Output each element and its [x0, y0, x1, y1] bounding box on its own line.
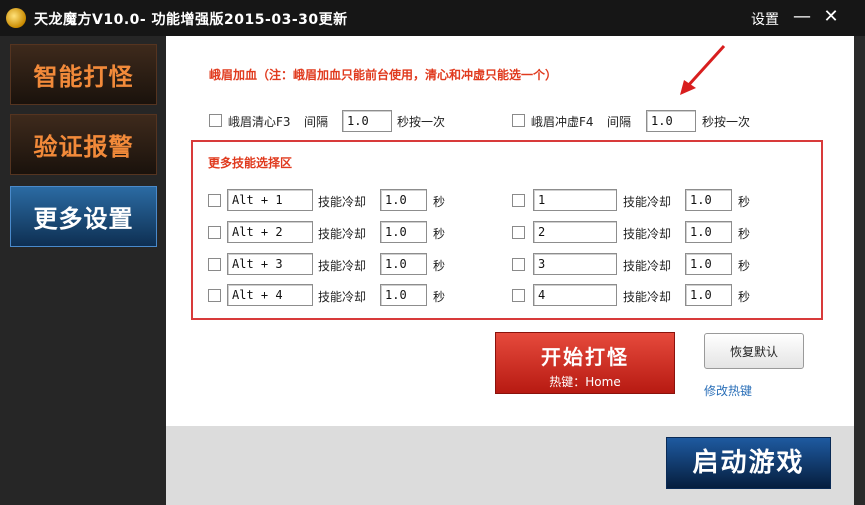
heal-chongxu-suffix: 秒按一次 [702, 115, 751, 129]
skill-right-2-key-input[interactable]: 2 [533, 221, 617, 243]
start-fight-label: 开始打怪 [541, 345, 629, 369]
sidebar-item-smart-fight[interactable]: 智能打怪 [10, 44, 157, 105]
skill-left-1-key-input[interactable]: Alt + 1 [227, 189, 313, 211]
skill-left-4-key-input[interactable]: Alt + 4 [227, 284, 313, 306]
skill-left-1-cooldown-input[interactable]: 1.0 [380, 189, 427, 211]
skill-left-4-unit: 秒 [433, 290, 446, 304]
skill-left-2-key-input[interactable]: Alt + 2 [227, 221, 313, 243]
heal-chongxu-label: 峨眉冲虚F4 [531, 115, 594, 129]
skill-left-4-cooldown-label: 技能冷却 [318, 290, 367, 304]
skill-right-4-checkbox[interactable] [512, 289, 525, 302]
heal-qingxin-suffix: 秒按一次 [397, 115, 446, 129]
window-title: 天龙魔方V10.0- 功能增强版2015-03-30更新 [34, 12, 348, 28]
skill-left-1-checkbox[interactable] [208, 194, 221, 207]
skill-left-4-cooldown-input[interactable]: 1.0 [380, 284, 427, 306]
skill-right-1-unit: 秒 [738, 195, 751, 209]
skill-right-3-cooldown-input[interactable]: 1.0 [685, 253, 732, 275]
skill-right-2-cooldown-label: 技能冷却 [623, 227, 672, 241]
skill-left-4-checkbox[interactable] [208, 289, 221, 302]
sidebar: 智能打怪 验证报警 更多设置 [0, 36, 166, 505]
launch-game-button[interactable]: 启动游戏 [666, 437, 831, 489]
sidebar-item-verify-alarm[interactable]: 验证报警 [10, 114, 157, 175]
modify-hotkey-link[interactable]: 修改热键 [704, 382, 752, 399]
skill-right-4-unit: 秒 [738, 290, 751, 304]
heal-qingxin-interval-input[interactable]: 1.0 [342, 110, 392, 132]
skill-left-3-checkbox[interactable] [208, 258, 221, 271]
minimize-icon[interactable]: — [791, 5, 813, 29]
skill-right-1-key-input[interactable]: 1 [533, 189, 617, 211]
skill-right-3-key-input[interactable]: 3 [533, 253, 617, 275]
skill-left-1-unit: 秒 [433, 195, 446, 209]
skill-right-2-cooldown-input[interactable]: 1.0 [685, 221, 732, 243]
skill-right-3-checkbox[interactable] [512, 258, 525, 271]
skill-right-1-checkbox[interactable] [512, 194, 525, 207]
skill-right-4-cooldown-input[interactable]: 1.0 [685, 284, 732, 306]
skill-left-3-cooldown-input[interactable]: 1.0 [380, 253, 427, 275]
title-bar: 天龙魔方V10.0- 功能增强版2015-03-30更新 设置 — ✕ [0, 0, 865, 36]
settings-button[interactable]: 设置 [751, 9, 779, 29]
skills-section-title: 更多技能选择区 [208, 156, 293, 170]
skill-right-2-checkbox[interactable] [512, 226, 525, 239]
heal-qingxin-label: 峨眉清心F3 [228, 115, 291, 129]
skill-right-1-cooldown-input[interactable]: 1.0 [685, 189, 732, 211]
skill-right-4-key-input[interactable]: 4 [533, 284, 617, 306]
skill-left-1-cooldown-label: 技能冷却 [318, 195, 367, 209]
start-fight-button[interactable]: 开始打怪 热键：Home [495, 332, 675, 394]
heal-chongxu-checkbox[interactable] [512, 114, 525, 127]
reset-default-button[interactable]: 恢复默认 [704, 333, 804, 369]
sidebar-item-more-settings[interactable]: 更多设置 [10, 186, 157, 247]
window-right-border [854, 36, 865, 505]
skill-right-3-unit: 秒 [738, 259, 751, 273]
skill-right-2-unit: 秒 [738, 227, 751, 241]
arrow-icon [680, 44, 726, 95]
skill-right-4-cooldown-label: 技能冷却 [623, 290, 672, 304]
heal-qingxin-interval-label: 间隔 [304, 115, 329, 129]
skill-left-3-key-input[interactable]: Alt + 3 [227, 253, 313, 275]
skill-left-2-cooldown-input[interactable]: 1.0 [380, 221, 427, 243]
start-fight-hotkey: 热键：Home [549, 375, 621, 389]
skill-left-2-checkbox[interactable] [208, 226, 221, 239]
heal-chongxu-interval-input[interactable]: 1.0 [646, 110, 696, 132]
skill-right-3-cooldown-label: 技能冷却 [623, 259, 672, 273]
skill-left-3-cooldown-label: 技能冷却 [318, 259, 367, 273]
heal-qingxin-checkbox[interactable] [209, 114, 222, 127]
skill-right-1-cooldown-label: 技能冷却 [623, 195, 672, 209]
app-logo-icon [6, 8, 26, 28]
skill-left-3-unit: 秒 [433, 259, 446, 273]
heal-chongxu-interval-label: 间隔 [607, 115, 632, 129]
main-panel: 峨眉加血（注：峨眉加血只能前台使用，清心和冲虚只能选一个） 峨眉清心F3 间隔 … [166, 36, 854, 426]
close-icon[interactable]: ✕ [820, 5, 842, 29]
skill-left-2-unit: 秒 [433, 227, 446, 241]
skill-left-2-cooldown-label: 技能冷却 [318, 227, 367, 241]
bottom-bar: 启动游戏 [166, 426, 854, 505]
heal-section-title: 峨眉加血（注：峨眉加血只能前台使用，清心和冲虚只能选一个） [209, 68, 558, 82]
